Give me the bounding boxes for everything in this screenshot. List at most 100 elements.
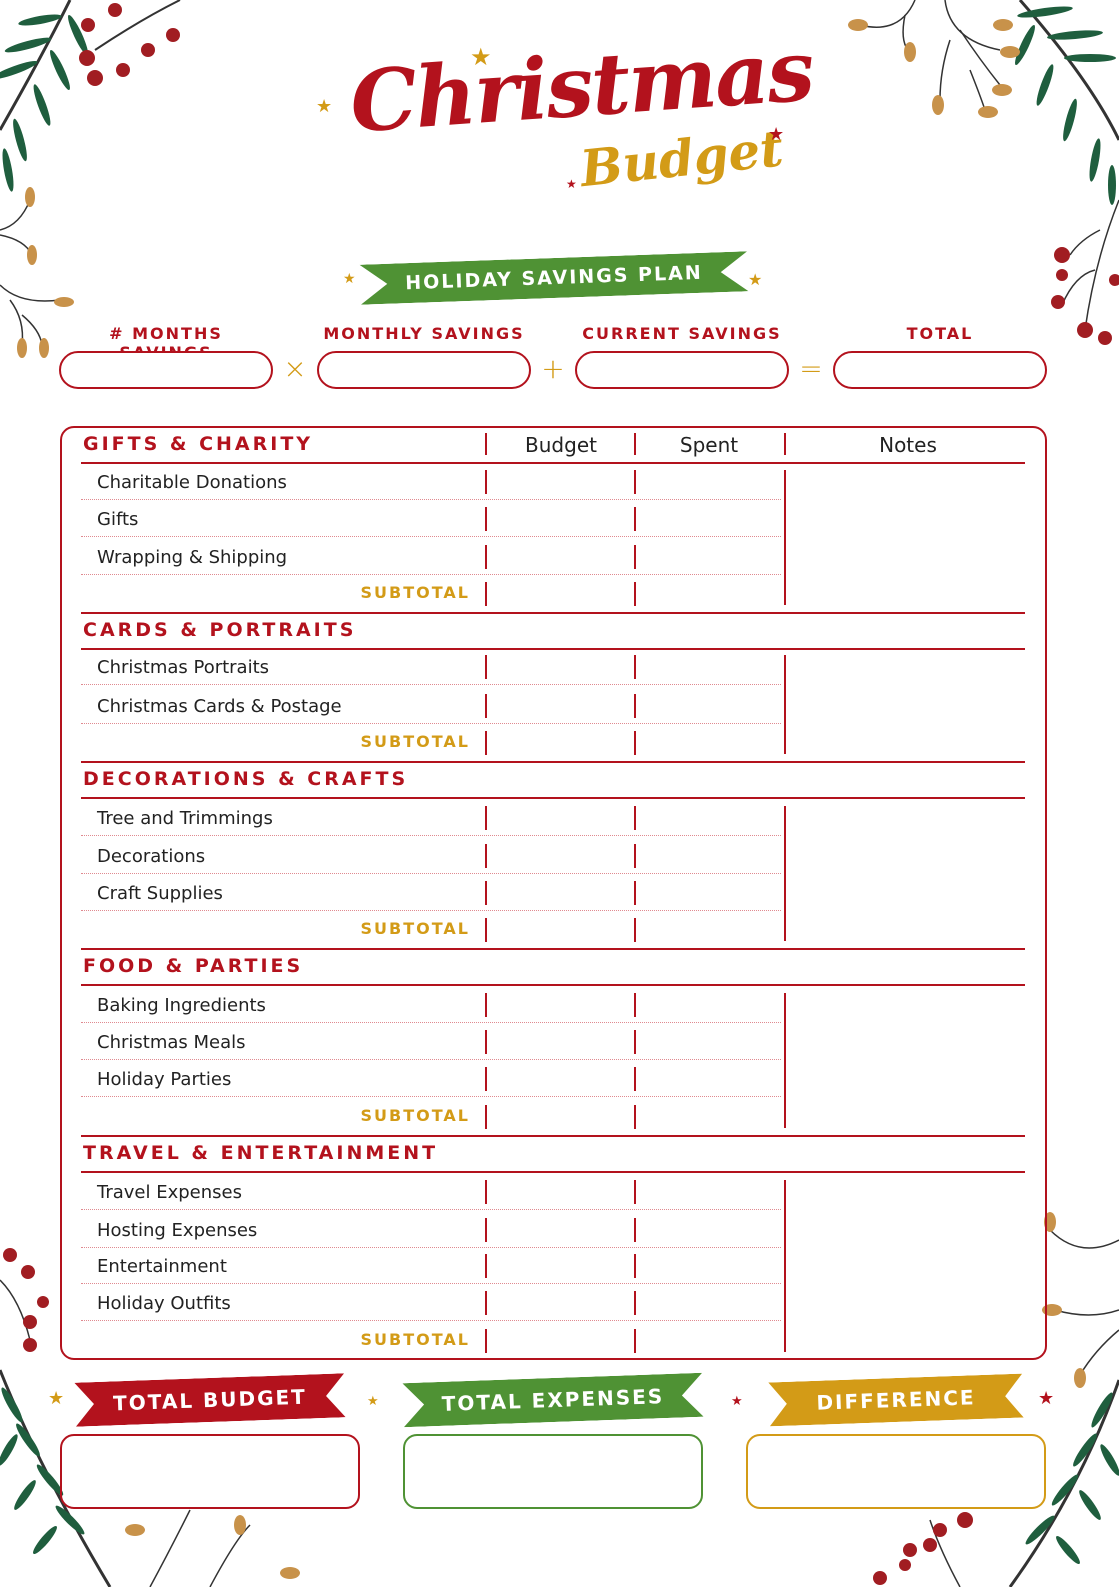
budget-cell[interactable] bbox=[485, 1180, 487, 1204]
row-divider bbox=[81, 574, 781, 575]
pine-branch-icon bbox=[0, 0, 181, 358]
row-divider bbox=[81, 1209, 781, 1210]
section-end-divider bbox=[81, 761, 1025, 763]
line-item-label: Holiday Parties bbox=[97, 1069, 232, 1090]
subtotal-spent-cell[interactable] bbox=[634, 582, 636, 606]
line-item-label: Entertainment bbox=[97, 1256, 227, 1277]
total-expenses-banner: TOTAL EXPENSES bbox=[402, 1373, 703, 1427]
subtotal-label: SUBTOTAL bbox=[360, 732, 470, 751]
row-divider bbox=[81, 1283, 781, 1284]
line-item-label: Tree and Trimmings bbox=[97, 808, 273, 829]
row-divider bbox=[81, 910, 781, 911]
monthly-savings-field[interactable] bbox=[317, 351, 531, 389]
subtotal-budget-cell[interactable] bbox=[485, 582, 487, 606]
subtotal-spent-cell[interactable] bbox=[634, 731, 636, 755]
row-divider bbox=[81, 1320, 781, 1321]
budget-cell[interactable] bbox=[485, 844, 487, 868]
row-divider bbox=[81, 1247, 781, 1248]
spent-cell[interactable] bbox=[634, 507, 636, 531]
spent-cell[interactable] bbox=[634, 806, 636, 830]
spent-cell[interactable] bbox=[634, 1218, 636, 1242]
budget-cell[interactable] bbox=[485, 655, 487, 679]
subtotal-label: SUBTOTAL bbox=[360, 583, 470, 602]
row-divider bbox=[81, 1096, 781, 1097]
column-divider bbox=[634, 433, 636, 455]
row-divider bbox=[81, 873, 781, 874]
line-item-label: Hosting Expenses bbox=[97, 1220, 258, 1241]
subtotal-label: SUBTOTAL bbox=[360, 1106, 470, 1125]
subtotal-budget-cell[interactable] bbox=[485, 1329, 487, 1353]
difference-field[interactable] bbox=[746, 1434, 1046, 1509]
spent-cell[interactable] bbox=[634, 694, 636, 718]
spent-cell[interactable] bbox=[634, 993, 636, 1017]
section-title: CARDS & PORTRAITS bbox=[83, 619, 357, 641]
budget-cell[interactable] bbox=[485, 545, 487, 569]
budget-cell[interactable] bbox=[485, 507, 487, 531]
spent-cell[interactable] bbox=[634, 1254, 636, 1278]
budget-cell[interactable] bbox=[485, 881, 487, 905]
subtotal-spent-cell[interactable] bbox=[634, 1105, 636, 1129]
notes-column-divider bbox=[784, 470, 786, 605]
monthly-savings-label: MONTHLY SAVINGS bbox=[323, 324, 525, 343]
section-divider bbox=[81, 462, 1025, 464]
total-expenses-label: TOTAL EXPENSES bbox=[441, 1384, 665, 1416]
budget-cell[interactable] bbox=[485, 1218, 487, 1242]
star-icon: ★ bbox=[470, 43, 492, 71]
budget-cell[interactable] bbox=[485, 1291, 487, 1315]
section-divider bbox=[81, 648, 1025, 650]
total-expenses-field[interactable] bbox=[403, 1434, 703, 1509]
total-budget-field[interactable] bbox=[60, 1434, 360, 1509]
spent-cell[interactable] bbox=[634, 1030, 636, 1054]
line-item-label: Craft Supplies bbox=[97, 883, 223, 904]
plus-icon: + bbox=[541, 352, 565, 385]
budget-cell[interactable] bbox=[485, 806, 487, 830]
line-item-label: Christmas Cards & Postage bbox=[97, 696, 342, 717]
notes-cell[interactable] bbox=[790, 655, 1022, 754]
star-icon: ★ bbox=[367, 1394, 379, 1409]
line-item-label: Baking Ingredients bbox=[97, 995, 266, 1016]
spent-cell[interactable] bbox=[634, 545, 636, 569]
column-header-budget: Budget bbox=[525, 433, 597, 457]
spent-cell[interactable] bbox=[634, 655, 636, 679]
star-icon: ★ bbox=[768, 124, 785, 145]
savings-plan-banner: HOLIDAY SAVINGS PLAN bbox=[359, 251, 748, 305]
subtotal-spent-cell[interactable] bbox=[634, 1329, 636, 1353]
star-icon: ★ bbox=[48, 1388, 65, 1409]
line-item-label: Wrapping & Shipping bbox=[97, 547, 288, 568]
spent-cell[interactable] bbox=[634, 881, 636, 905]
subtotal-budget-cell[interactable] bbox=[485, 1105, 487, 1129]
budget-cell[interactable] bbox=[485, 694, 487, 718]
spent-cell[interactable] bbox=[634, 1067, 636, 1091]
notes-column-divider bbox=[784, 655, 786, 754]
budget-cell[interactable] bbox=[485, 993, 487, 1017]
budget-cell[interactable] bbox=[485, 470, 487, 494]
difference-banner: DIFFERENCE bbox=[768, 1374, 1023, 1427]
section-title: DECORATIONS & CRAFTS bbox=[83, 768, 409, 790]
months-savings-field[interactable] bbox=[59, 351, 273, 389]
subtotal-budget-cell[interactable] bbox=[485, 731, 487, 755]
subtotal-budget-cell[interactable] bbox=[485, 918, 487, 942]
budget-cell[interactable] bbox=[485, 1254, 487, 1278]
notes-cell[interactable] bbox=[790, 806, 1022, 941]
current-savings-field[interactable] bbox=[575, 351, 789, 389]
notes-cell[interactable] bbox=[790, 470, 1022, 605]
spent-cell[interactable] bbox=[634, 844, 636, 868]
spent-cell[interactable] bbox=[634, 470, 636, 494]
section-end-divider bbox=[81, 948, 1025, 950]
notes-cell[interactable] bbox=[790, 993, 1022, 1128]
budget-cell[interactable] bbox=[485, 1067, 487, 1091]
star-icon: ★ bbox=[731, 1394, 743, 1409]
budget-cell[interactable] bbox=[485, 1030, 487, 1054]
column-divider bbox=[485, 433, 487, 455]
line-item-label: Decorations bbox=[97, 846, 206, 867]
star-icon: ★ bbox=[566, 177, 577, 191]
spent-cell[interactable] bbox=[634, 1291, 636, 1315]
subtotal-spent-cell[interactable] bbox=[634, 918, 636, 942]
spent-cell[interactable] bbox=[634, 1180, 636, 1204]
row-divider bbox=[81, 536, 781, 537]
notes-cell[interactable] bbox=[790, 1180, 1022, 1352]
notes-column-divider bbox=[784, 806, 786, 941]
line-item-label: Christmas Portraits bbox=[97, 657, 270, 678]
column-divider bbox=[784, 433, 786, 455]
total-savings-field[interactable] bbox=[833, 351, 1047, 389]
